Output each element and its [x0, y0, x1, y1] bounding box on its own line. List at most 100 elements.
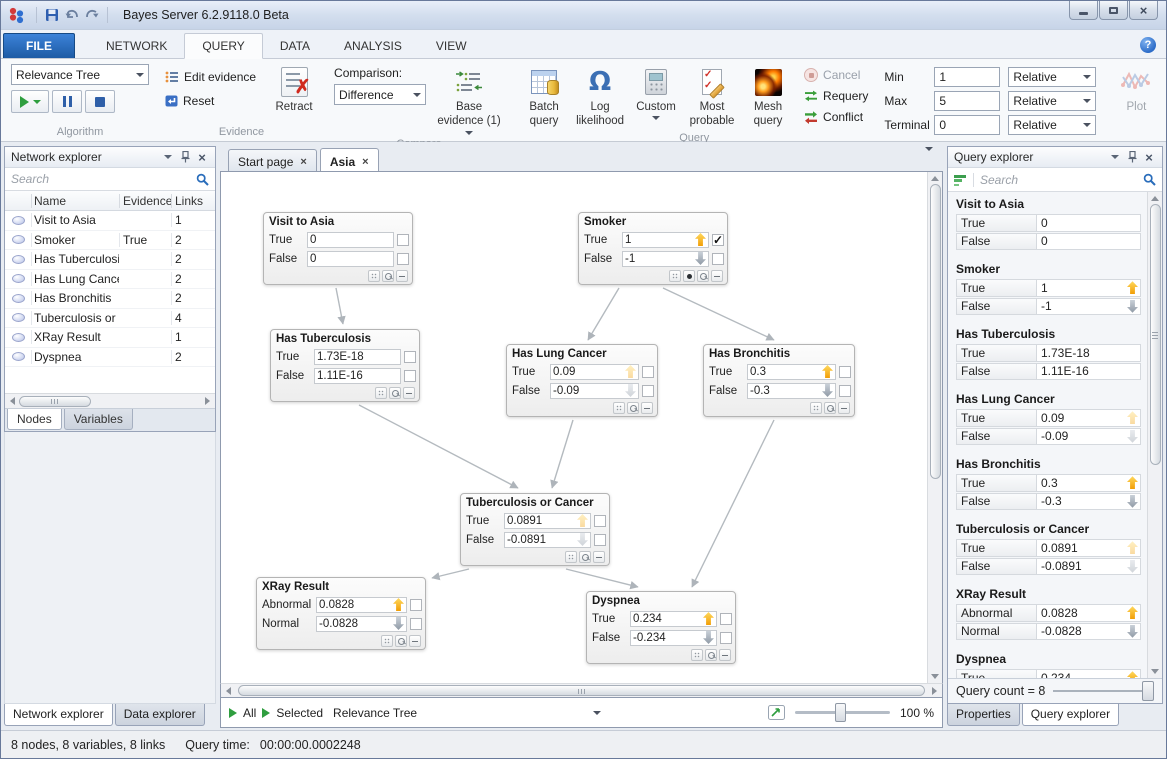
chevron-down-icon[interactable]	[593, 711, 601, 715]
node-table-icon[interactable]	[810, 402, 822, 414]
node-collapse-icon[interactable]	[719, 649, 731, 661]
state-value-bar[interactable]: -0.0891	[504, 532, 591, 548]
tab-nodes[interactable]: Nodes	[7, 409, 62, 430]
tab-file[interactable]: FILE	[3, 33, 75, 58]
run-all-label[interactable]: All	[243, 706, 256, 720]
query-state-row[interactable]: True 0.09	[956, 409, 1141, 427]
node-table-icon[interactable]	[613, 402, 625, 414]
query-state-row[interactable]: False -0.0891	[956, 558, 1141, 576]
evidence-checkbox[interactable]	[642, 366, 654, 378]
run-selected-icon[interactable]	[262, 708, 270, 718]
search-icon[interactable]	[1143, 173, 1156, 186]
evidence-checkbox[interactable]	[839, 385, 851, 397]
temporal-field-input[interactable]: 1	[934, 67, 1000, 87]
node-collapse-icon[interactable]	[838, 402, 850, 414]
evidence-checkbox[interactable]	[404, 351, 416, 363]
network-search-box[interactable]: Search	[5, 168, 215, 191]
state-value-bar[interactable]: 0	[307, 232, 394, 248]
node-dyspnea[interactable]: Dyspnea True 0.234 False -0.234	[586, 591, 736, 664]
node-magnifier-icon[interactable]	[824, 402, 836, 414]
evidence-checkbox[interactable]	[712, 253, 724, 265]
tab-properties[interactable]: Properties	[947, 704, 1020, 726]
query-state-row[interactable]: Normal -0.0828	[956, 623, 1141, 641]
document-list-dropdown[interactable]	[919, 151, 933, 165]
scroll-right-icon[interactable]	[205, 397, 210, 405]
node-list-row[interactable]: Smoker True 2	[5, 231, 215, 251]
node-magnifier-icon[interactable]	[627, 402, 639, 414]
node-collapse-icon[interactable]	[403, 387, 415, 399]
scroll-left-icon[interactable]	[10, 397, 15, 405]
scroll-up-icon[interactable]	[1151, 196, 1159, 201]
panel-close-button[interactable]: ×	[1142, 150, 1156, 164]
network-diagram-canvas[interactable]: Visit to Asia True 0 False 0	[221, 172, 927, 683]
fit-to-window-icon[interactable]	[768, 705, 785, 720]
node-has-tuberculosis[interactable]: Has Tuberculosis True 1.73E-18 False 1.1…	[270, 329, 420, 402]
column-evidence[interactable]: Evidence	[119, 194, 171, 208]
query-state-row[interactable]: Abnormal 0.0828	[956, 604, 1141, 622]
scrollbar-thumb[interactable]	[19, 396, 91, 407]
node-list-row[interactable]: Has Lung Cancer 2	[5, 270, 215, 290]
evidence-checkbox[interactable]	[410, 599, 422, 611]
node-magnifier-icon[interactable]	[579, 551, 591, 563]
node-collapse-icon[interactable]	[593, 551, 605, 563]
query-state-row[interactable]: False 0	[956, 233, 1141, 251]
node-table-icon[interactable]	[691, 649, 703, 661]
minimize-button[interactable]	[1069, 1, 1098, 20]
evidence-checkbox[interactable]	[397, 253, 409, 265]
stop-button[interactable]	[85, 90, 115, 113]
scrollbar-thumb[interactable]	[238, 685, 925, 696]
retract-button[interactable]: Retract	[266, 64, 322, 115]
evidence-checkbox[interactable]	[410, 618, 422, 630]
node-table-icon[interactable]	[669, 270, 681, 282]
log-likelihood-button[interactable]: Ω Log likelihood	[572, 64, 628, 130]
state-value-bar[interactable]: 0.3	[747, 364, 836, 380]
state-value-bar[interactable]: 0.0891	[504, 513, 591, 529]
tab-analysis[interactable]: ANALYSIS	[327, 34, 419, 58]
evidence-checkbox[interactable]	[839, 366, 851, 378]
query-state-row[interactable]: True 0	[956, 214, 1141, 232]
tab-asia[interactable]: Asia ×	[320, 148, 379, 171]
state-value-bar[interactable]: 1	[622, 232, 709, 248]
node-list-row[interactable]: XRay Result 1	[5, 328, 215, 348]
search-placeholder[interactable]: Search	[980, 173, 1137, 187]
batch-query-button[interactable]: Batch query	[516, 64, 572, 130]
tab-query-explorer[interactable]: Query explorer	[1022, 704, 1119, 726]
tab-start-page[interactable]: Start page ×	[228, 149, 317, 171]
evidence-checkbox[interactable]	[712, 234, 724, 246]
edit-evidence-button[interactable]: Edit evidence	[161, 68, 260, 86]
query-state-row[interactable]: True 1	[956, 279, 1141, 297]
evidence-checkbox[interactable]	[404, 370, 416, 382]
node-tuberculosis-or-cancer[interactable]: Tuberculosis or Cancer True 0.0891 False…	[460, 493, 610, 566]
state-value-bar[interactable]: 0.234	[630, 611, 717, 627]
node-table-icon[interactable]	[565, 551, 577, 563]
maximize-button[interactable]	[1099, 1, 1128, 20]
run-selected-label[interactable]: Selected	[276, 706, 323, 720]
column-links[interactable]: Links	[171, 194, 209, 208]
tab-network-explorer[interactable]: Network explorer	[4, 704, 113, 726]
node-table-icon[interactable]	[368, 270, 380, 282]
node-table-icon[interactable]	[381, 635, 393, 647]
evidence-checkbox[interactable]	[642, 385, 654, 397]
temporal-field-input[interactable]: 0	[934, 115, 1000, 135]
panel-menu-button[interactable]	[161, 150, 175, 164]
temporal-field-input[interactable]: 5	[934, 91, 1000, 111]
node-table-icon[interactable]	[375, 387, 387, 399]
query-state-row[interactable]: True 0.0891	[956, 539, 1141, 557]
tab-data-explorer[interactable]: Data explorer	[115, 704, 205, 726]
node-list-row[interactable]: Has Tuberculosis 2	[5, 250, 215, 270]
node-collapse-icon[interactable]	[711, 270, 723, 282]
reset-button[interactable]: Reset	[161, 92, 260, 110]
close-icon[interactable]: ×	[362, 156, 368, 168]
node-has-bronchitis[interactable]: Has Bronchitis True 0.3 False -0.3	[703, 344, 855, 417]
most-probable-button[interactable]: Most probable	[684, 64, 740, 130]
temporal-mode-select[interactable]: Relative	[1008, 91, 1096, 111]
state-value-bar[interactable]: -1	[622, 251, 709, 267]
scroll-down-icon[interactable]	[1151, 669, 1159, 674]
zoom-slider-thumb[interactable]	[835, 703, 846, 722]
algorithm-select[interactable]: Relevance Tree	[11, 64, 149, 85]
evidence-checkbox[interactable]	[720, 632, 732, 644]
scroll-down-icon[interactable]	[931, 674, 939, 679]
node-xray-result[interactable]: XRay Result Abnormal 0.0828 Normal -0.08…	[256, 577, 426, 650]
canvas-horizontal-scrollbar[interactable]	[220, 683, 943, 698]
evidence-checkbox[interactable]	[594, 534, 606, 546]
